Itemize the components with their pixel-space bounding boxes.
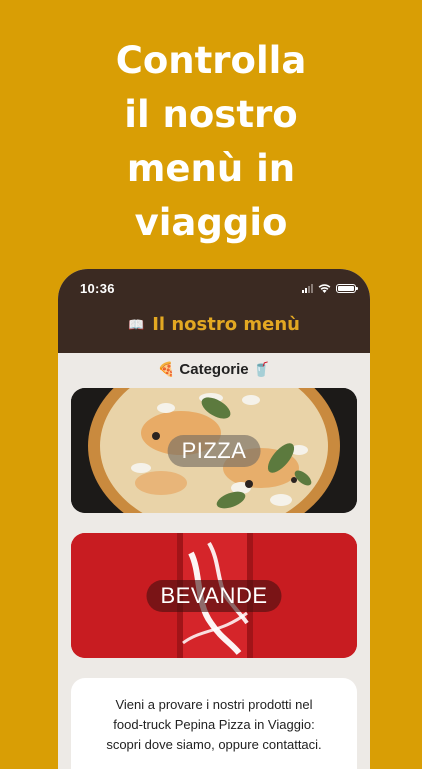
category-card-pizza[interactable]: PIZZA [71,388,357,513]
categories-header: 🍕 Categorie 🥤 [58,361,370,383]
signal-icon [302,283,313,293]
pizza-icon: 🍕 [157,361,176,377]
info-text-line-1: Vieni a provare i nostri prodotti nel [115,697,313,712]
card-label-bevande: BEVANDE [146,579,282,612]
wifi-icon [318,284,331,293]
app-title: Il nostro menù [152,314,300,335]
info-box: Vieni a provare i nostri prodotti nel fo… [71,678,357,769]
categories-label: Categorie [179,361,249,378]
app-bar: 10:36 📖 Il nostro menù [58,269,370,353]
battery-icon [336,283,358,293]
phone-frame: 10:36 📖 Il nostro menù 🍕 Categorie 🥤 PIZ… [58,269,370,769]
info-text-line-3: scopri dove siamo, oppure contattaci. [106,737,322,752]
category-card-bevande[interactable]: BEVANDE [71,533,357,658]
info-text-line-2: food-truck Pepina Pizza in Viaggio: [113,717,315,732]
headline-line-1: Controlla [115,39,307,82]
promo-headline: Controlla il nostro menù in viaggio [0,34,422,250]
status-bar: 10:36 [58,269,370,309]
drink-icon: 🥤 [252,361,271,377]
card-label-pizza: PIZZA [167,434,261,467]
book-icon: 📖 [128,318,145,333]
status-time: 10:36 [80,281,115,296]
headline-line-3: menù in [126,147,296,190]
headline-line-4: viaggio [134,201,288,244]
headline-line-2: il nostro [124,93,298,136]
